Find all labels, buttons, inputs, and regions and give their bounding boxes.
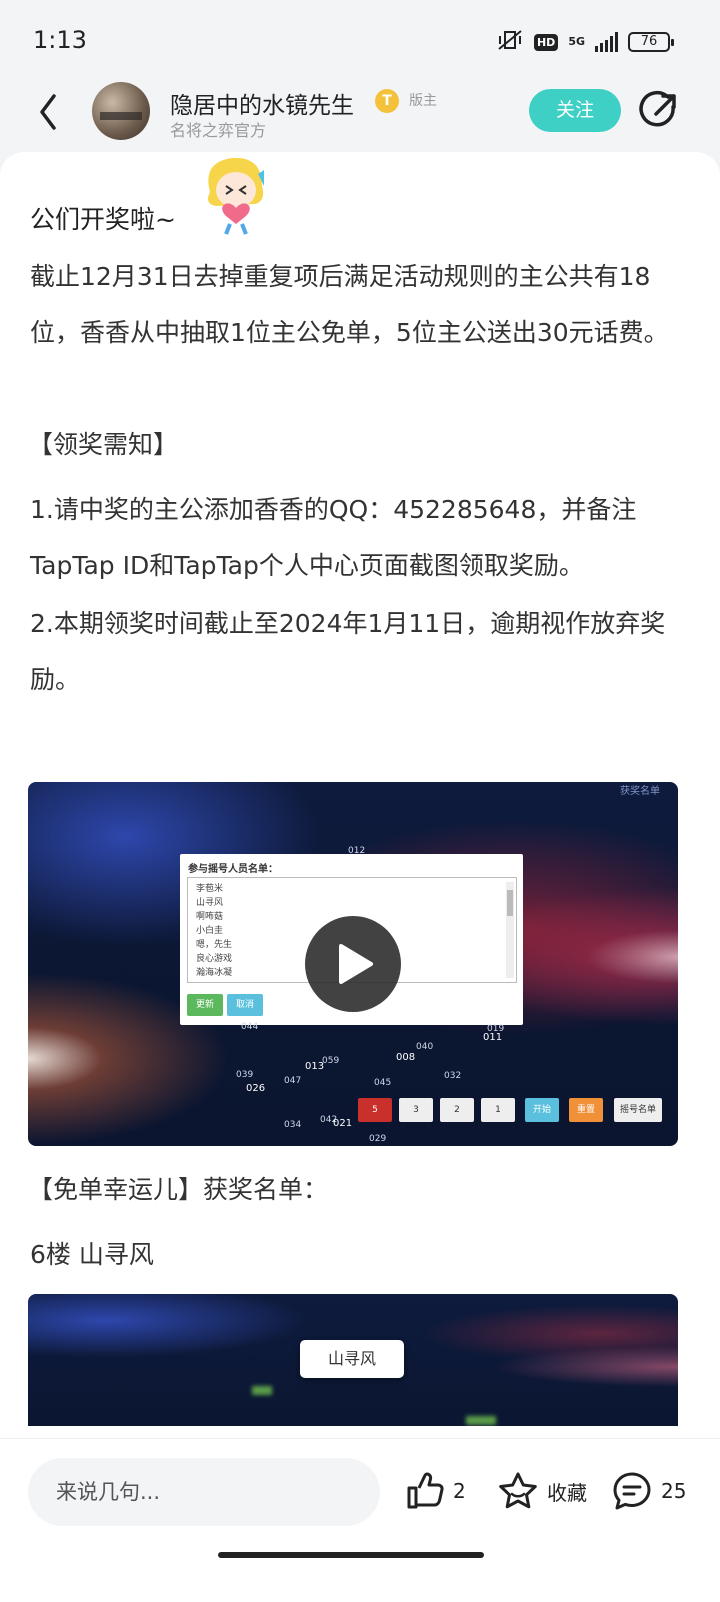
notice-item: 1.请中奖的主公添加香香的QQ：452285648，并备注TapTap ID和T… (30, 495, 637, 580)
post-content: 公们开奖啦~ 截止12月31日去掉重复项后满足活动规则的主公共有18位，香香从中… (0, 152, 720, 1442)
winner-line: 6楼 山寻风 (30, 1240, 154, 1269)
thumbs-up-icon (407, 1472, 444, 1509)
hd-badge: HD (533, 33, 559, 51)
star-icon (499, 1472, 537, 1509)
notice-title: 【领奖需知】 (28, 430, 179, 459)
like-count: 2 (453, 1479, 466, 1503)
status-time: 1:13 (33, 26, 87, 54)
draw-list-button: 摇号名单 (614, 1098, 662, 1122)
lottery-number: 044 (241, 1022, 259, 1032)
author-role: 版主 (409, 93, 437, 109)
bottom-action-bar: 2 收藏 25 (0, 1438, 720, 1602)
like-button[interactable]: 2 (405, 1470, 466, 1512)
glow-decoration (466, 1416, 496, 1425)
post-header: 隐居中的水镜先生 T 版主 名将之弈官方 关注 (0, 80, 720, 155)
lottery-number: 021 (333, 1118, 353, 1129)
cancel-button: 取消 (227, 994, 263, 1016)
verified-badge-icon: T (375, 89, 399, 113)
lottery-number: 040 (416, 1042, 434, 1052)
lottery-number: 011 (483, 1032, 503, 1043)
mute-vibrate-icon (496, 28, 524, 56)
lottery-number: 026 (246, 1083, 266, 1094)
share-icon (639, 90, 676, 127)
notice-item: 2.本期领奖时间截止至2024年1月11日，逾期视作放弃奖励。 (30, 609, 666, 694)
favorite-label: 收藏 (547, 1480, 587, 1505)
lottery-number: 032 (444, 1071, 462, 1081)
video-corner-label: 获奖名单 (620, 786, 660, 797)
author-name[interactable]: 隐居中的水镜先生 (170, 86, 354, 120)
comment-input[interactable] (28, 1458, 380, 1526)
comment-count: 25 (661, 1479, 687, 1503)
list-item: 李苞米 (196, 884, 224, 894)
post-greeting: 公们开奖啦~ (30, 205, 176, 234)
winner-name-chip: 山寻风 (300, 1340, 404, 1378)
chevron-left-icon (40, 94, 56, 130)
dialog-title: 参与摇号人员名单： (188, 864, 278, 875)
network-type: 5G (568, 35, 585, 48)
start-button: 开始 (525, 1098, 559, 1122)
lottery-number: 013 (305, 1061, 325, 1072)
lottery-number: 008 (396, 1052, 416, 1063)
lottery-number: 029 (369, 1134, 387, 1144)
lottery-number: 047 (284, 1076, 302, 1086)
signal-icon (595, 32, 618, 52)
reset-button: 重置 (569, 1098, 603, 1122)
list-item: 山寻风 (196, 898, 224, 908)
lottery-number: 034 (284, 1120, 302, 1130)
scrollbar (506, 882, 514, 978)
winner-video[interactable]: 山寻风 (28, 1294, 678, 1426)
lottery-video[interactable]: 获奖名单 012 参与摇号人员名单： 李苞米 山寻风 啊咘菇 小白圭 嗯，先生 … (28, 782, 678, 1146)
status-icons: HD 5G 76 (496, 28, 674, 56)
control-button-1: 1 (481, 1098, 515, 1122)
winners-title: 【免单幸运儿】获奖名单： (28, 1175, 329, 1204)
lottery-number: 039 (236, 1070, 254, 1080)
lottery-number: 059 (322, 1056, 340, 1066)
comment-button[interactable]: 25 (611, 1470, 686, 1512)
control-button-2: 2 (440, 1098, 474, 1122)
favorite-button[interactable]: 收藏 (497, 1470, 587, 1512)
sticker-image (196, 152, 276, 236)
battery-icon: 76 (628, 32, 674, 52)
author-subtitle: 名将之弈官方 (170, 121, 267, 140)
post-paragraph: 截止12月31日去掉重复项后满足活动规则的主公共有18位，香香从中抽取1位主公免… (30, 262, 669, 347)
lottery-number: 045 (374, 1078, 392, 1088)
back-button[interactable] (30, 90, 70, 134)
share-button[interactable] (638, 90, 680, 132)
author-avatar[interactable] (92, 82, 150, 140)
comment-icon (613, 1472, 651, 1510)
update-button: 更新 (187, 994, 223, 1016)
control-button-3: 3 (399, 1098, 433, 1122)
control-button-5: 5 (358, 1098, 392, 1122)
home-indicator[interactable] (218, 1552, 484, 1558)
play-icon (339, 944, 373, 984)
follow-button[interactable]: 关注 (529, 89, 621, 132)
play-button[interactable] (305, 916, 401, 1012)
glow-decoration (252, 1386, 272, 1395)
status-bar: 1:13 HD 5G 76 (0, 0, 720, 80)
